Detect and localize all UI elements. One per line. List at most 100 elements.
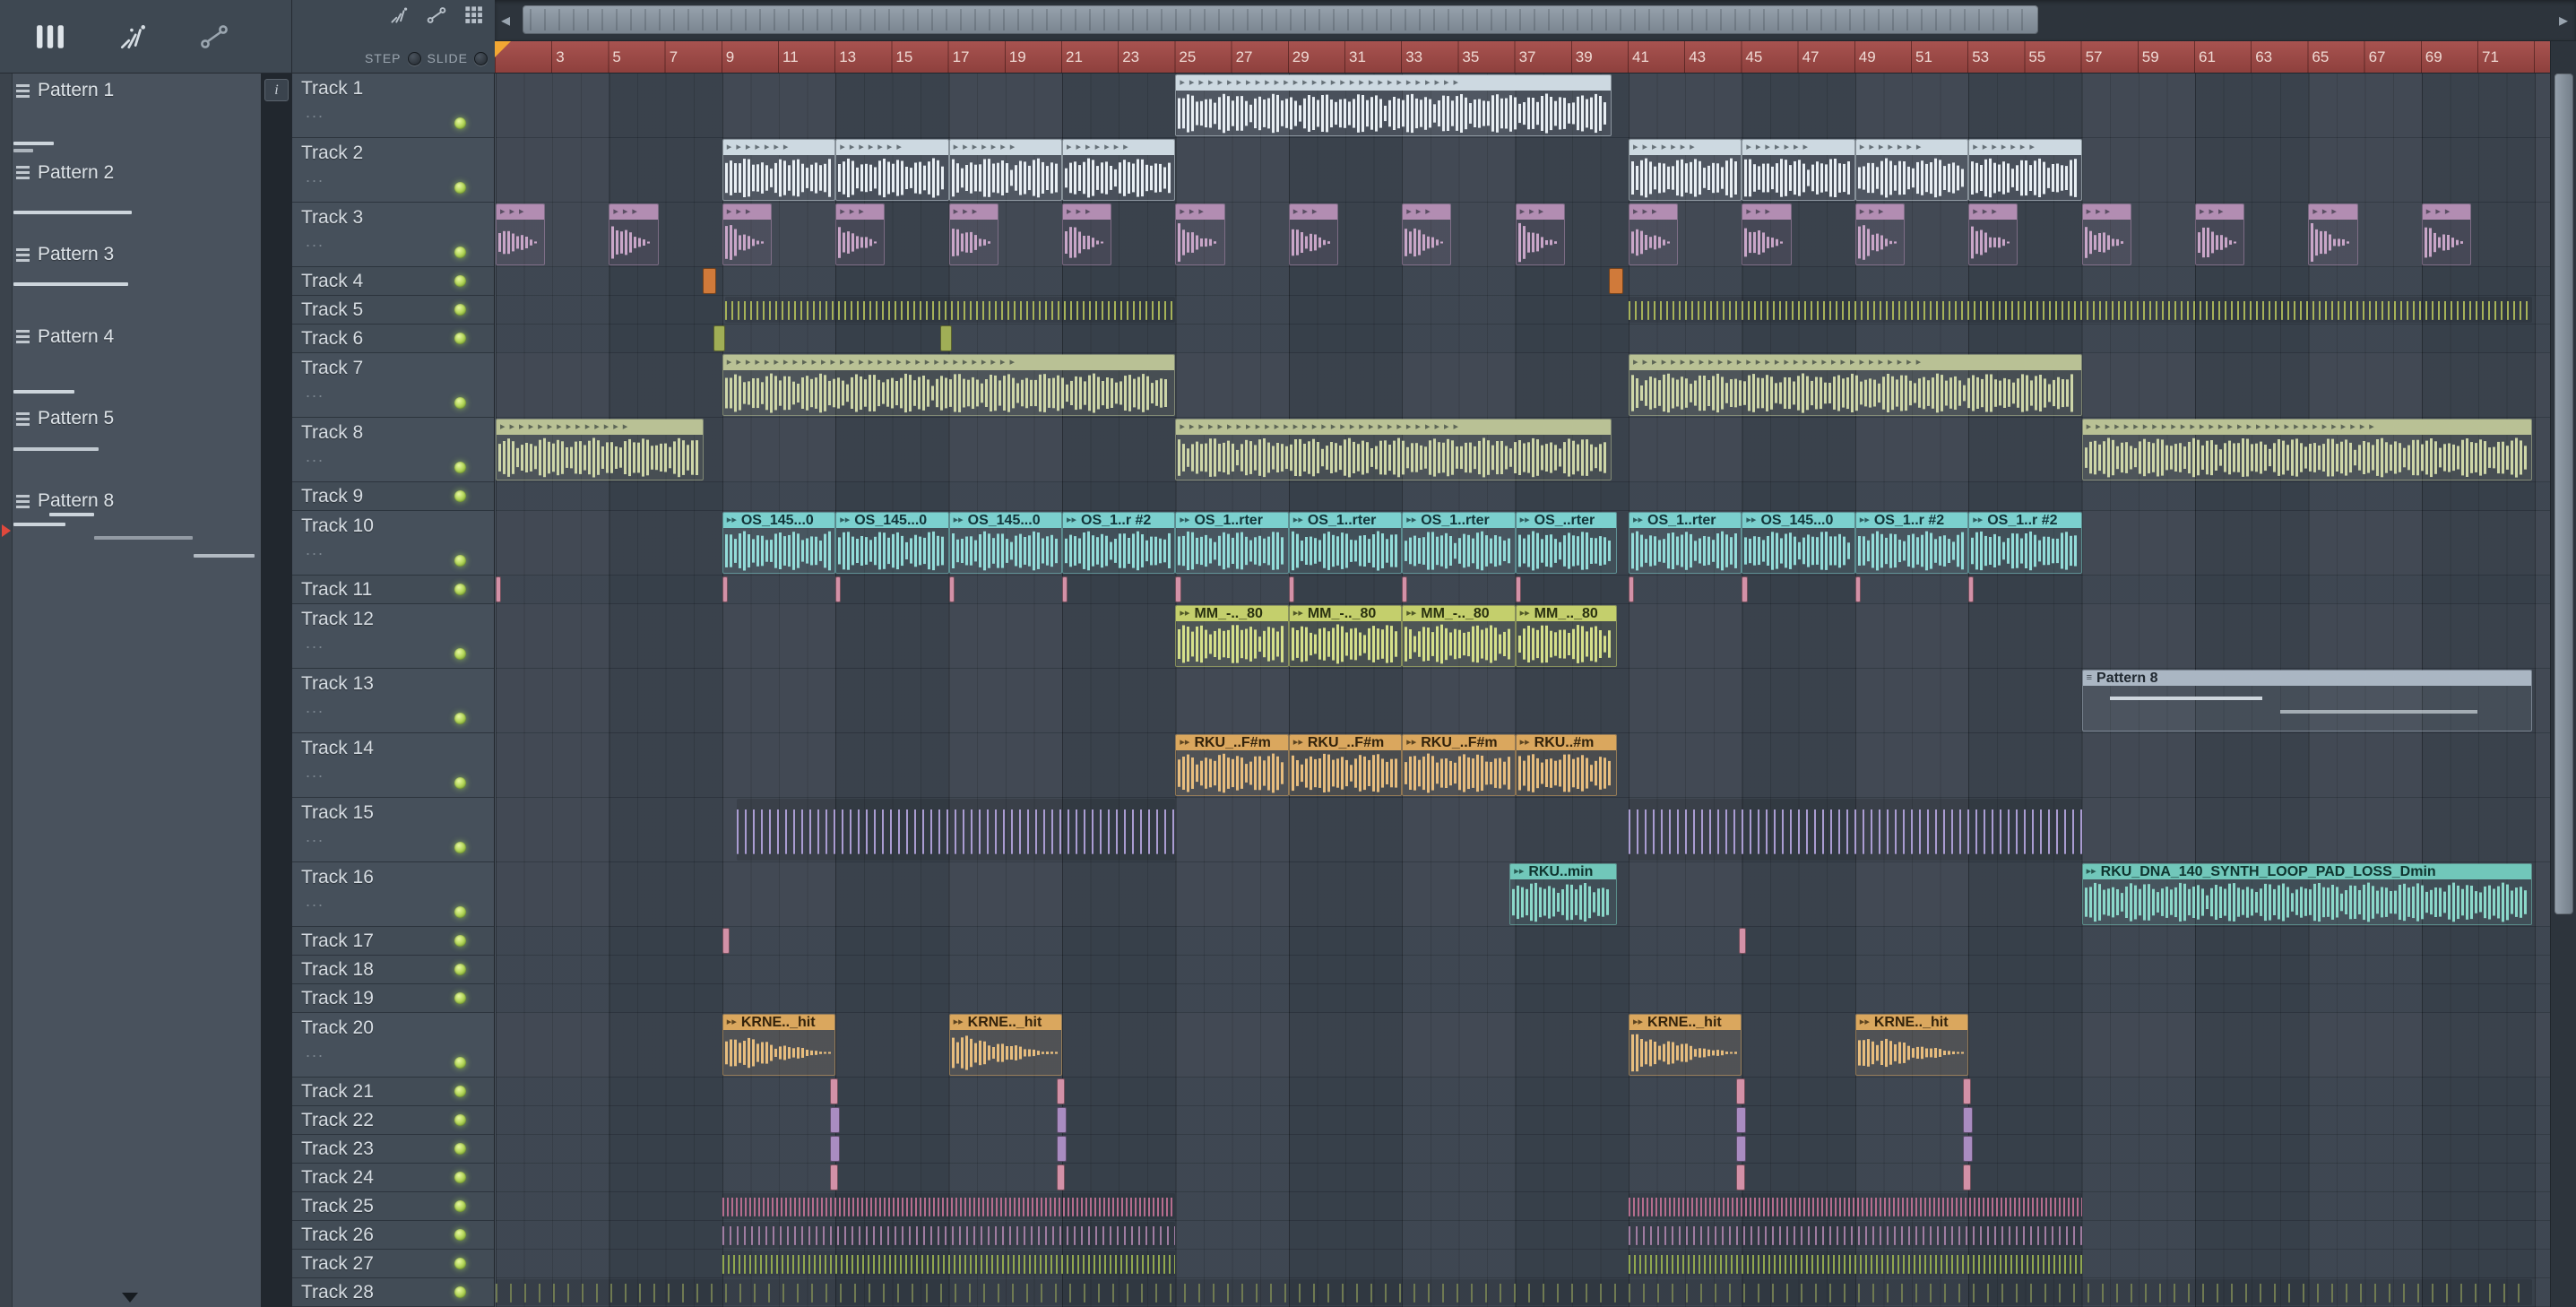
mini-clip[interactable]	[1062, 576, 1068, 602]
track-enable-led[interactable]	[454, 182, 466, 194]
audio-clip[interactable]: ▸▸▸▸▸▸▸	[835, 139, 949, 201]
pattern-clips-icon[interactable]	[34, 22, 66, 51]
audio-clip[interactable]: ▸▸ RKU_..F#m	[1402, 734, 1516, 796]
track-enable-led[interactable]	[454, 1285, 466, 1298]
mini-clip[interactable]	[722, 928, 730, 954]
pattern-clip-notes[interactable]	[1629, 799, 2082, 861]
mini-clip[interactable]	[1736, 1078, 1745, 1104]
playlist-grid[interactable]: ▸▸▸▸▸▸▸▸▸▸▸▸▸▸▸▸▸▸▸▸▸▸▸▸▸▸▸▸▸▸ ▸▸▸▸▸▸▸ ▸▸▸…	[495, 74, 2550, 1307]
audio-clip[interactable]: ▸▸▸	[2308, 203, 2358, 265]
audio-clip[interactable]: ▸▸ RKU_..F#m	[1288, 734, 1403, 796]
track-enable-led[interactable]	[454, 117, 466, 129]
track-header-track-2[interactable]: Track 2...	[292, 138, 494, 203]
audio-clip[interactable]: ▸▸ MM_-.._80	[1402, 605, 1516, 667]
pattern-clip-notes[interactable]	[722, 1222, 1176, 1248]
audio-clip[interactable]: ▸▸ MM_-.._80	[1175, 605, 1289, 667]
audio-clips-icon[interactable]	[117, 22, 149, 52]
mini-clip[interactable]	[702, 268, 717, 294]
mini-clip[interactable]	[1515, 576, 1521, 602]
track-header-track-11[interactable]: Track 11	[292, 576, 494, 604]
track-enable-led[interactable]	[454, 1171, 466, 1183]
audio-clip[interactable]: ▸▸ KRNE.._hit	[1629, 1014, 1742, 1076]
audio-clip[interactable]: ▸▸▸	[609, 203, 659, 265]
audio-clip[interactable]: ▸▸▸▸▸▸▸▸▸▸▸▸▸▸▸▸▸▸▸▸▸▸▸▸▸▸▸▸▸▸▸	[722, 354, 1176, 416]
audio-clip[interactable]: ▸▸ RKU..min	[1509, 863, 1618, 925]
horizontal-scrollbar-handle[interactable]	[523, 5, 2038, 34]
audio-clip[interactable]: ▸▸▸▸▸▸▸	[1062, 139, 1176, 201]
audio-clip[interactable]: ▸▸ OS_145...0	[722, 512, 836, 574]
audio-clip[interactable]: ▸▸ OS_1..rter	[1629, 512, 1742, 574]
mini-clip[interactable]	[1056, 1107, 1067, 1133]
audio-clip[interactable]: ▸▸▸	[1854, 203, 1906, 265]
audio-clip[interactable]: ▸▸▸	[1742, 203, 1792, 265]
audio-clip[interactable]: ▸▸ KRNE.._hit	[722, 1014, 836, 1076]
track-header-track-12[interactable]: Track 12...	[292, 604, 494, 669]
mini-clip[interactable]	[1608, 268, 1623, 294]
track-header-track-24[interactable]: Track 24	[292, 1164, 494, 1192]
track-header-track-8[interactable]: Track 8...	[292, 418, 494, 482]
audio-clip[interactable]: ▸▸ OS_1..rter	[1175, 512, 1289, 574]
track-enable-led[interactable]	[454, 247, 466, 258]
track-enable-led[interactable]	[454, 1142, 466, 1155]
scroll-left-icon[interactable]: ◂	[501, 12, 510, 30]
track-enable-led[interactable]	[454, 991, 466, 1004]
track-header-track-7[interactable]: Track 7...	[292, 353, 494, 418]
track-header-track-4[interactable]: Track 4	[292, 267, 494, 296]
horizontal-scrollbar[interactable]: ◂ ▸	[495, 0, 2576, 41]
timeline-ruler[interactable]: 3 5 7 9 11 13 15 17 19 21 23 25 27 29 31 33 35 37 39 41 43 45…	[495, 41, 2550, 74]
pattern-clip-notes[interactable]	[1629, 1193, 2082, 1219]
audio-clip[interactable]: ▸▸ KRNE.._hit	[1854, 1014, 1969, 1076]
mini-clip[interactable]	[722, 576, 729, 602]
track-header-track-1[interactable]: Track 1...	[292, 74, 494, 138]
track-header-track-19[interactable]: Track 19	[292, 984, 494, 1013]
audio-clip[interactable]: ▸▸▸	[948, 203, 998, 265]
pattern-item[interactable]: Pattern 8	[16, 489, 114, 513]
audio-clip[interactable]: ▸▸▸▸▸▸▸▸▸▸▸▸▸▸	[496, 419, 705, 480]
mini-clip[interactable]	[1629, 576, 1635, 602]
track-enable-led[interactable]	[454, 777, 466, 789]
track-header-track-10[interactable]: Track 10...	[292, 511, 494, 576]
track-enable-led[interactable]	[454, 462, 466, 473]
pattern-item[interactable]: Pattern 4	[16, 325, 114, 349]
track-header-track-25[interactable]: Track 25	[292, 1192, 494, 1221]
mini-clip[interactable]	[1056, 1078, 1066, 1104]
vertical-scrollbar-handle[interactable]	[2554, 74, 2573, 914]
track-header-track-20[interactable]: Track 20...	[292, 1013, 494, 1078]
track-enable-led[interactable]	[454, 1257, 466, 1269]
track-enable-led[interactable]	[454, 963, 466, 975]
mini-clip[interactable]	[1962, 1078, 1972, 1104]
audio-clip[interactable]: ▸▸ OS_1..r #2	[1062, 512, 1176, 574]
track-header-track-16[interactable]: Track 16...	[292, 862, 494, 927]
mini-clip[interactable]	[713, 325, 725, 351]
audio-clip[interactable]: ▸▸▸	[1062, 203, 1112, 265]
audio-clip[interactable]: ▸▸ OS_145...0	[948, 512, 1062, 574]
audio-clip[interactable]: ▸▸▸▸▸▸▸▸▸▸▸▸▸▸▸▸▸▸▸▸▸▸▸▸▸▸▸▸▸▸▸	[1629, 354, 2082, 416]
mini-clip[interactable]	[1175, 576, 1181, 602]
audio-clip[interactable]: ▸▸ RKU_..F#m	[1175, 734, 1289, 796]
audio-clip[interactable]: ▸▸▸▸▸▸▸	[1854, 139, 1969, 201]
playhead-marker[interactable]	[495, 41, 511, 57]
track-enable-led[interactable]	[454, 1228, 466, 1241]
mini-clip[interactable]	[948, 576, 955, 602]
track-header-track-9[interactable]: Track 9	[292, 482, 494, 511]
pattern-clip-notes[interactable]	[496, 1279, 2532, 1305]
audio-clip[interactable]: ▸▸▸▸▸▸▸▸▸▸▸▸▸▸▸▸▸▸▸▸▸▸▸▸▸▸▸▸▸▸	[1175, 419, 1612, 480]
pattern-clip-notes[interactable]	[736, 799, 1176, 861]
audio-clip[interactable]: ▸▸▸	[1175, 203, 1225, 265]
audio-clip[interactable]: ▸▸ OS_1..rter	[1288, 512, 1403, 574]
track-header-track-3[interactable]: Track 3...	[292, 203, 494, 267]
step-toggle[interactable]	[407, 51, 421, 65]
mini-clip[interactable]	[1288, 576, 1295, 602]
track-enable-led[interactable]	[454, 1199, 466, 1212]
track-header-track-28[interactable]: Track 28	[292, 1278, 494, 1307]
audio-clip[interactable]: ▸▸ MM_.._80	[1515, 605, 1618, 667]
audio-clip[interactable]: ▸▸ MM_-.._80	[1288, 605, 1403, 667]
track-header-track-22[interactable]: Track 22	[292, 1106, 494, 1135]
audio-clip[interactable]: ▸▸▸▸▸▸▸▸▸▸▸▸▸▸▸▸▸▸▸▸▸▸▸▸▸▸▸▸▸▸	[1175, 74, 1612, 136]
audio-clip[interactable]: ▸▸▸	[1968, 203, 2018, 265]
audio-clip[interactable]: ▸▸▸	[1402, 203, 1452, 265]
mini-clip[interactable]	[1968, 576, 1975, 602]
audio-clip[interactable]: ▸▸▸	[2081, 203, 2131, 265]
mini-clip[interactable]	[829, 1107, 840, 1133]
scroll-down-icon[interactable]	[122, 1293, 138, 1303]
